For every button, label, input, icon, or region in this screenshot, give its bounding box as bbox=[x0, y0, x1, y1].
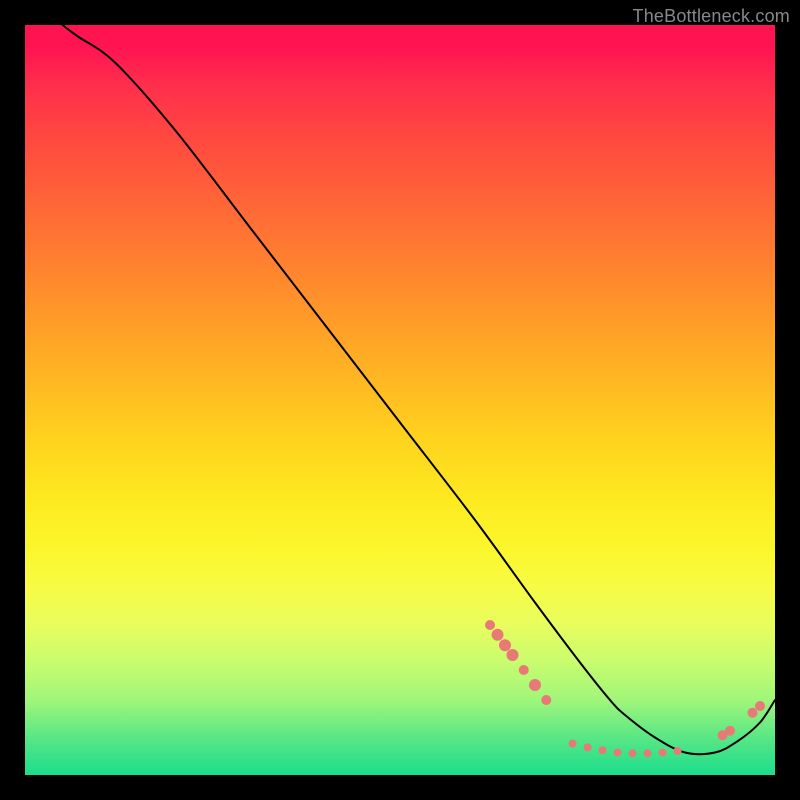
attribution-text: TheBottleneck.com bbox=[633, 6, 790, 27]
data-marker bbox=[541, 695, 551, 705]
data-marker bbox=[485, 620, 495, 630]
data-marker bbox=[755, 701, 765, 711]
data-marker bbox=[584, 743, 592, 751]
data-marker bbox=[499, 639, 511, 651]
plot-area bbox=[25, 25, 775, 775]
data-marker bbox=[492, 629, 504, 641]
chart-svg bbox=[25, 25, 775, 775]
data-marker bbox=[519, 665, 529, 675]
data-marker bbox=[614, 749, 622, 757]
data-marker bbox=[599, 746, 607, 754]
data-marker bbox=[507, 649, 519, 661]
curve-line bbox=[63, 25, 776, 754]
data-marker bbox=[725, 726, 735, 736]
marker-group bbox=[485, 620, 765, 757]
data-marker bbox=[674, 747, 682, 755]
data-marker bbox=[569, 740, 577, 748]
data-marker bbox=[529, 679, 541, 691]
data-marker bbox=[644, 749, 652, 757]
data-marker bbox=[629, 749, 637, 757]
data-marker bbox=[659, 749, 667, 757]
chart-root: TheBottleneck.com bbox=[0, 0, 800, 800]
data-marker bbox=[748, 708, 758, 718]
